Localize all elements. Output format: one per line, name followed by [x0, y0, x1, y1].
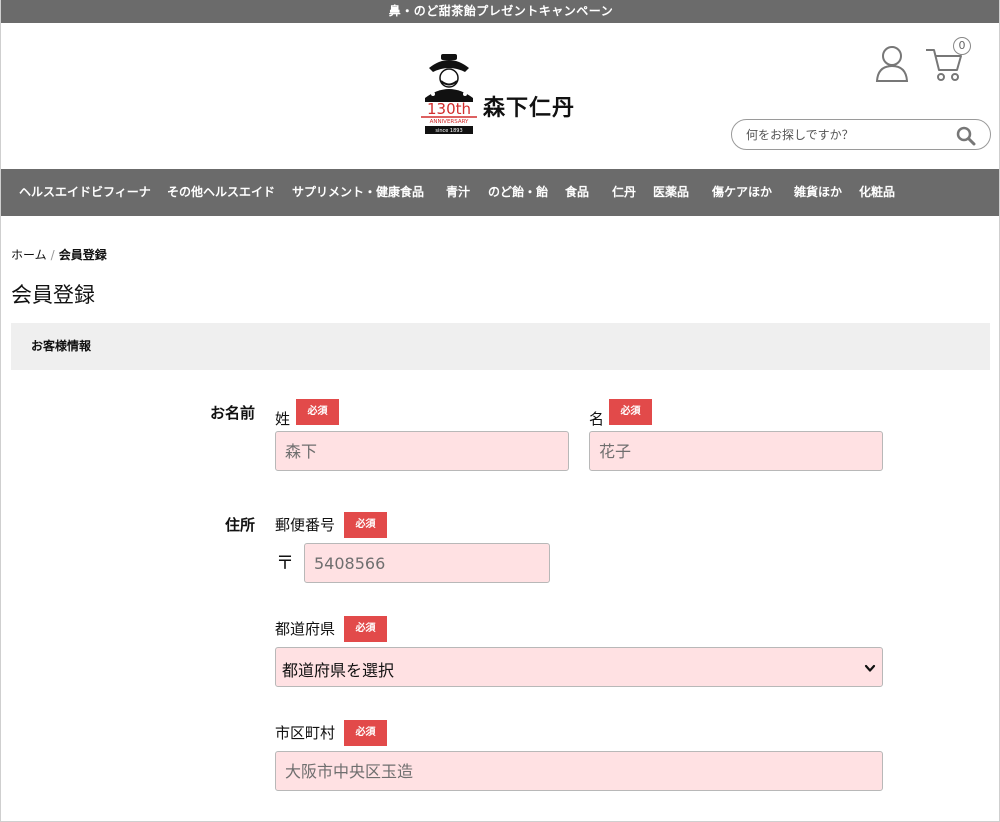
- prefecture-select[interactable]: 都道府県を選択: [275, 647, 883, 687]
- nav-item-other-health-aid[interactable]: その他ヘルスエイド: [167, 169, 275, 216]
- nav-item-goods[interactable]: 雑貨ほか: [794, 169, 842, 216]
- nav-item-medicine[interactable]: 医薬品: [653, 169, 689, 216]
- last-name-input[interactable]: [275, 431, 569, 471]
- breadcrumb-separator: /: [50, 248, 55, 262]
- name-row-label: お名前: [209, 404, 255, 422]
- page-frame: 鼻・のど甜茶飴プレゼントキャンペーン 130th ANNIVERSARY sin…: [0, 0, 1000, 822]
- city-label: 市区町村: [275, 724, 336, 742]
- breadcrumb-home[interactable]: ホーム: [11, 248, 47, 262]
- prefecture-selected-value: 都道府県を選択: [282, 661, 395, 680]
- anniversary-label: ANNIVERSARY: [430, 119, 469, 125]
- required-badge: 必須: [344, 512, 387, 538]
- postal-mark: 〒: [276, 553, 294, 574]
- nav-item-aojiru[interactable]: 青汁: [446, 169, 470, 216]
- since-label: since 1893: [435, 128, 462, 134]
- nav-item-food[interactable]: 食品: [565, 169, 589, 216]
- cart-count-badge: 0: [953, 37, 971, 55]
- breadcrumb-current: 会員登録: [58, 248, 107, 262]
- campaign-banner[interactable]: 鼻・のど甜茶飴プレゼントキャンペーン: [1, 0, 999, 23]
- search-box: [731, 119, 991, 150]
- required-badge: 必須: [609, 399, 652, 425]
- last-name-label: 姓: [275, 410, 291, 428]
- prefecture-label: 都道府県: [275, 620, 336, 638]
- address-row-label: 住所: [224, 516, 255, 534]
- required-badge: 必須: [296, 399, 339, 425]
- page-title: 会員登録: [11, 283, 95, 307]
- chevron-down-icon: [864, 664, 876, 672]
- nav-item-cosmetics[interactable]: 化粧品: [859, 169, 895, 216]
- required-badge: 必須: [344, 616, 387, 642]
- city-input[interactable]: [275, 751, 883, 791]
- first-name-input[interactable]: [589, 431, 883, 471]
- section-customer-info: お客様情報: [11, 323, 990, 370]
- anniversary-number: 130th: [427, 100, 471, 118]
- founder-emblem-icon: 130th ANNIVERSARY since 1893: [421, 54, 477, 134]
- account-icon[interactable]: [874, 44, 910, 82]
- nav-item-jintan[interactable]: 仁丹: [612, 169, 636, 216]
- search-icon[interactable]: [956, 126, 976, 146]
- nav-item-wound-care[interactable]: 傷ケアほか: [712, 169, 772, 216]
- required-badge: 必須: [344, 720, 387, 746]
- search-input[interactable]: [746, 126, 946, 144]
- nav-item-supplements[interactable]: サプリメント・健康食品: [292, 169, 424, 216]
- nav-item-throat-candy[interactable]: のど飴・飴: [488, 169, 548, 216]
- first-name-label: 名: [589, 410, 605, 428]
- brand-name: 森下仁丹: [483, 95, 576, 121]
- category-nav: ヘルスエイドビフィーナ その他ヘルスエイド サプリメント・健康食品 青汁 のど飴…: [1, 169, 999, 216]
- nav-item-health-aid-bifina[interactable]: ヘルスエイドビフィーナ: [19, 169, 151, 216]
- zip-label: 郵便番号: [275, 516, 336, 534]
- zip-input[interactable]: [304, 543, 550, 583]
- site-logo[interactable]: 130th ANNIVERSARY since 1893 森下仁丹: [419, 50, 589, 136]
- breadcrumb: ホーム / 会員登録: [11, 246, 107, 263]
